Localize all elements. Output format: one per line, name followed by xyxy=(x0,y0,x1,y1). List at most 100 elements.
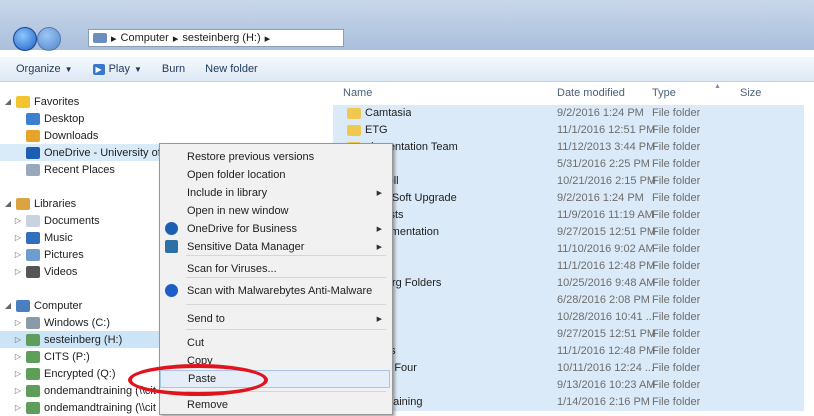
submenu-arrow-icon: ▶ xyxy=(376,244,382,251)
menu-item-open-folder-location[interactable]: Open folder location xyxy=(160,166,390,184)
menu-item-open-in-new-window[interactable]: Open in new window xyxy=(160,202,390,220)
file-row[interactable]: eopleSoft Upgrade 9/2/2016 1:24 PM File fo… xyxy=(333,190,804,208)
collapsed-arrow-icon[interactable]: ▷ xyxy=(14,352,22,361)
file-type: File folder xyxy=(652,396,701,408)
file-list: Name Date modified Type Size ▲ Camtasia 9… xyxy=(333,83,814,413)
collapsed-arrow-icon[interactable]: ▷ xyxy=(14,250,22,259)
file-name: ETG xyxy=(365,124,388,136)
nav-item[interactable]: Desktop xyxy=(0,110,339,127)
new-folder-button[interactable]: New folder xyxy=(205,63,258,75)
file-type: File folder xyxy=(652,277,701,289)
collapsed-arrow-icon[interactable]: ▷ xyxy=(14,335,22,344)
pictures-icon xyxy=(26,248,40,261)
file-row[interactable]: 6/28/2016 2:08 PM File folder xyxy=(333,292,804,310)
file-row[interactable]: s9/27/2015 12:51 PMFile folder xyxy=(333,326,804,344)
file-row[interactable]: 10/28/2016 10:41 ... File folder xyxy=(333,309,804,327)
nav-item[interactable]: Downloads xyxy=(0,127,339,144)
nav-item-label: OneDrive - University of xyxy=(44,146,161,159)
column-header-name[interactable]: Name xyxy=(343,83,372,103)
file-row[interactable]: l11/1/2016 12:48 PMFile folder xyxy=(333,258,804,276)
collapsed-arrow-icon[interactable]: ▷ xyxy=(14,267,22,276)
submenu-arrow-icon: ▶ xyxy=(376,190,382,197)
breadcrumb-separator-icon: ▸ xyxy=(264,32,271,45)
nav-item[interactable]: ◢ Favorites xyxy=(0,93,329,110)
nav-item-label: sesteinberg (H:) xyxy=(44,333,123,346)
file-row[interactable]: ETG 11/1/2016 12:51 PM File folder xyxy=(333,122,804,140)
forward-button[interactable] xyxy=(37,27,61,51)
computer-icon xyxy=(16,299,30,312)
onedrive-icon xyxy=(165,222,178,235)
file-row[interactable]: Payroll10/21/2016 2:15 PMFile folder xyxy=(333,173,804,191)
file-row[interactable]: 9/13/2016 10:23 AM File folder xyxy=(333,377,804,395)
collapsed-arrow-icon[interactable]: ▷ xyxy=(14,318,22,327)
file-row[interactable]: equests11/9/2016 11:19 AMFile folder xyxy=(333,207,804,225)
file-date: 10/11/2016 12:24 ... xyxy=(557,362,655,374)
file-type: File folder xyxy=(652,141,701,153)
videos-icon xyxy=(26,265,40,278)
desktop-icon xyxy=(26,112,40,125)
play-button[interactable]: ▶ Play ▼ xyxy=(92,63,142,75)
star-icon xyxy=(16,95,30,108)
menu-item-include-in-library[interactable]: Include in library ▶ xyxy=(160,184,390,202)
file-type: File folder xyxy=(652,175,701,187)
file-type: File folder xyxy=(652,226,701,238)
title-bar: ▸ Computer ▸ sesteinberg (H:) ▸ xyxy=(0,0,814,51)
recent-icon xyxy=(26,163,40,176)
file-date: 9/2/2016 1:24 PM xyxy=(557,107,644,119)
expanded-arrow-icon[interactable]: ◢ xyxy=(4,301,12,310)
collapsed-arrow-icon[interactable]: ▷ xyxy=(14,369,22,378)
expanded-arrow-icon[interactable]: ◢ xyxy=(4,97,12,106)
menu-item-onedrive-for-business[interactable]: OneDrive for Business ▶ xyxy=(160,220,390,238)
column-header-type[interactable]: Type xyxy=(652,83,676,103)
menu-item-send-to[interactable]: Send to ▶ xyxy=(160,310,390,328)
menu-item-restore-previous-versions[interactable]: Restore previous versions xyxy=(160,148,390,166)
column-header-date[interactable]: Date modified xyxy=(557,83,625,103)
file-row[interactable]: minal Four10/11/2016 12:24 ...File folde… xyxy=(333,360,804,378)
menu-item-remove[interactable]: Remove xyxy=(160,396,390,414)
collapsed-arrow-icon[interactable]: ▷ xyxy=(14,403,22,412)
breadcrumb-item-computer[interactable]: Computer xyxy=(121,32,169,44)
nav-item-label: Libraries xyxy=(34,197,77,210)
file-row[interactable]: einberg Folders 10/25/2016 9:48 AM File fo… xyxy=(333,275,804,293)
file-row[interactable]: eports11/1/2016 12:48 PMFile folder xyxy=(333,343,804,361)
menu-item-scan-with-malwarebytes-anti-malware[interactable]: Scan with Malwarebytes Anti-Malware xyxy=(160,282,390,300)
nav-item-label: Recent Places xyxy=(44,163,115,176)
collapsed-arrow-icon[interactable]: ▷ xyxy=(14,386,22,395)
expanded-arrow-icon[interactable]: ◢ xyxy=(4,199,12,208)
breadcrumb-item-drive[interactable]: sesteinberg (H:) xyxy=(182,32,260,44)
back-button[interactable] xyxy=(13,27,37,51)
network-drive-icon xyxy=(26,333,40,346)
file-row[interactable]: eet Training 1/14/2016 2:16 PM File folder xyxy=(333,394,804,412)
collapsed-arrow-icon[interactable]: ▷ xyxy=(14,216,22,225)
library-icon xyxy=(16,197,30,210)
file-type: File folder xyxy=(652,260,701,272)
file-type: File folder xyxy=(652,107,701,119)
file-row[interactable]: plementation Team 11/12/2013 3:44 PM File … xyxy=(333,139,804,157)
file-row[interactable]: 5/31/2016 2:25 PM File folder xyxy=(333,156,804,174)
address-bar[interactable]: ▸ Computer ▸ sesteinberg (H:) ▸ xyxy=(88,29,344,47)
folder-icon xyxy=(347,125,361,136)
nav-item-label: Downloads xyxy=(44,129,99,142)
file-row[interactable]: Camtasia 9/2/2016 1:24 PM File folder xyxy=(333,105,804,123)
menu-item-cut[interactable]: Cut xyxy=(160,334,390,352)
file-type: File folder xyxy=(652,345,701,357)
menu-item-sensitive-data-manager[interactable]: Sensitive Data Manager ▶ xyxy=(160,238,390,256)
file-row[interactable]: Documentation 9/27/2015 12:51 PM File fold… xyxy=(333,224,804,242)
organize-button[interactable]: Organize ▼ xyxy=(16,63,73,75)
menu-item-scan-for-viruses[interactable]: Scan for Viruses... xyxy=(160,260,390,278)
file-date: 9/13/2016 10:23 AM xyxy=(557,379,656,391)
file-type: File folder xyxy=(652,311,701,323)
file-date: 11/1/2016 12:51 PM xyxy=(557,124,656,136)
burn-button[interactable]: Burn xyxy=(162,63,185,75)
menu-item-label: Include in library xyxy=(187,187,268,199)
file-date: 6/28/2016 2:08 PM xyxy=(557,294,650,306)
menu-item-label: Restore previous versions xyxy=(187,151,315,163)
collapsed-arrow-icon[interactable]: ▷ xyxy=(14,233,22,242)
column-header-size[interactable]: Size xyxy=(740,83,761,103)
nav-item-label: Encrypted (Q:) xyxy=(44,367,116,380)
network-drive-icon xyxy=(26,367,40,380)
nav-item-label: Favorites xyxy=(34,95,80,108)
file-row[interactable]: 6511/10/2016 9:02 AMFile folder xyxy=(333,241,804,259)
nav-item-label: Videos xyxy=(44,265,78,278)
file-date: 11/9/2016 11:19 AM xyxy=(557,209,654,221)
